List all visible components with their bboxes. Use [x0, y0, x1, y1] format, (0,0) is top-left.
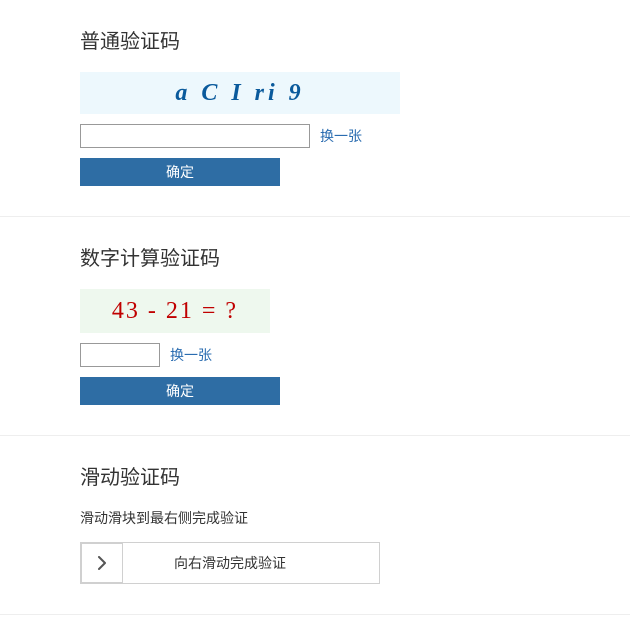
confirm-button[interactable]: 确定	[80, 158, 280, 186]
captcha-image: a C I ri 9	[80, 72, 400, 114]
slider-track[interactable]: 向右滑动完成验证	[80, 542, 380, 584]
refresh-link[interactable]: 换一张	[320, 126, 362, 146]
slider-handle[interactable]	[81, 543, 123, 583]
captcha-text: 43 - 21 = ?	[112, 298, 238, 325]
section-title: 普通验证码	[80, 25, 630, 54]
input-row: 换一张	[80, 124, 630, 148]
section-slider-captcha: 滑动验证码 滑动滑块到最右侧完成验证 向右滑动完成验证	[0, 436, 630, 615]
chevron-right-icon	[96, 556, 108, 570]
section-title: 数字计算验证码	[80, 242, 630, 271]
captcha-text: a C I ri 9	[175, 80, 304, 107]
slider-label: 向右滑动完成验证	[174, 553, 286, 573]
captcha-input[interactable]	[80, 343, 160, 367]
section-title: 滑动验证码	[80, 461, 630, 490]
slider-description: 滑动滑块到最右侧完成验证	[80, 508, 630, 528]
section-math-captcha: 数字计算验证码 43 - 21 = ? 换一张 确定	[0, 217, 630, 436]
captcha-image: 43 - 21 = ?	[80, 289, 270, 333]
section-normal-captcha: 普通验证码 a C I ri 9 换一张 确定	[0, 0, 630, 217]
input-row: 换一张	[80, 343, 630, 367]
confirm-button[interactable]: 确定	[80, 377, 280, 405]
captcha-input[interactable]	[80, 124, 310, 148]
refresh-link[interactable]: 换一张	[170, 345, 212, 365]
